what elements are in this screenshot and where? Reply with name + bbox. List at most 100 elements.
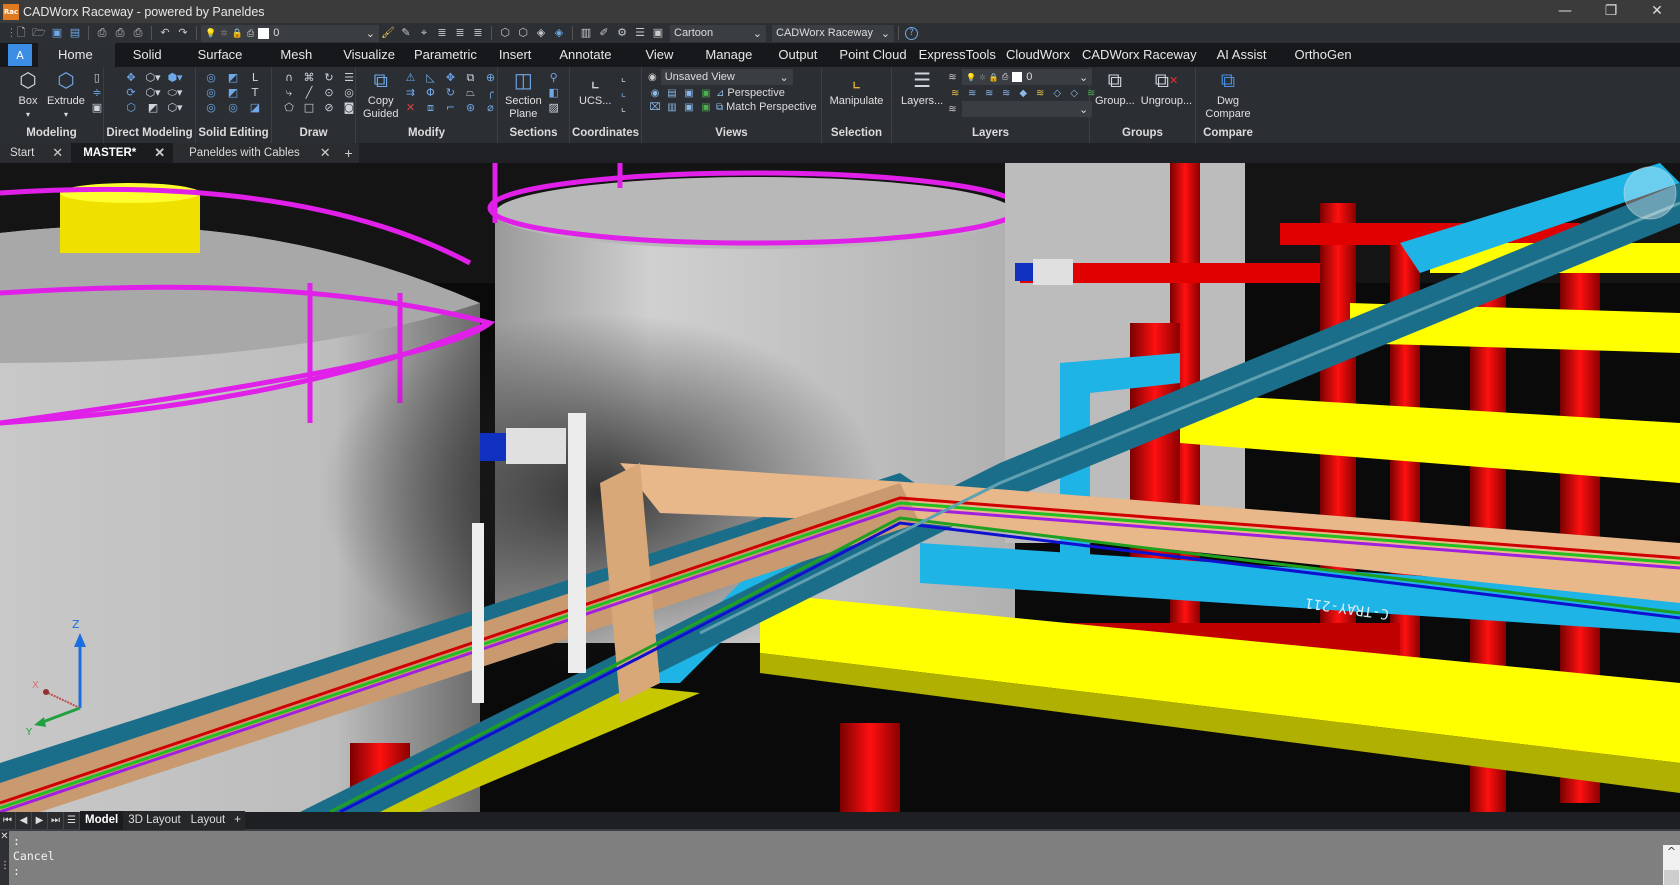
view-iso-icon[interactable]: ◈ bbox=[534, 26, 548, 40]
rectangle-icon[interactable]: □ bbox=[300, 101, 318, 114]
layer-state-dropdown[interactable]: ⌄ bbox=[962, 101, 1093, 117]
layer-lock-icon[interactable]: ◇ bbox=[1050, 88, 1064, 99]
layer-thaw-icon[interactable]: ≋ bbox=[1033, 88, 1047, 99]
batch-plot-icon[interactable]: ⎙ bbox=[131, 26, 145, 40]
next-layout-button[interactable]: ▶ bbox=[32, 812, 48, 829]
snapshot-icon[interactable]: ⌧ bbox=[648, 102, 662, 113]
tab-parametric[interactable]: Parametric bbox=[406, 43, 485, 67]
layers-button[interactable]: ☰ Layers... bbox=[898, 69, 946, 108]
tab-output[interactable]: Output bbox=[764, 43, 831, 67]
move-icon[interactable]: ✥ bbox=[441, 71, 459, 84]
navigation-wheel[interactable] bbox=[1623, 166, 1677, 220]
mirror-3d-icon[interactable]: Φ bbox=[421, 86, 439, 99]
undo-icon[interactable]: ↶ bbox=[158, 26, 172, 40]
workspace-dropdown[interactable]: CADWorx Raceway ⌄ bbox=[772, 24, 894, 42]
save-as-icon[interactable]: ▤ bbox=[68, 26, 82, 40]
ucs-named-icon[interactable]: ⌞ bbox=[614, 71, 632, 84]
layer-dropdown[interactable]: 💡 ✲ 🔒 ⎙ 0 ⌄ bbox=[962, 69, 1093, 85]
union-icon[interactable]: ◎ bbox=[202, 71, 220, 84]
close-button[interactable]: ✕ bbox=[1634, 0, 1680, 23]
tab-manage[interactable]: Manage bbox=[693, 43, 764, 67]
layout-tab-layout[interactable]: Layout bbox=[185, 811, 231, 830]
scroll-up-icon[interactable]: ^ bbox=[1667, 845, 1676, 858]
previous-layout-button[interactable]: ◀ bbox=[16, 812, 32, 829]
viewport-icon[interactable]: ▣ bbox=[699, 88, 713, 99]
doc-tab-master[interactable]: MASTER* ✕ bbox=[71, 143, 174, 163]
tab-annotate[interactable]: Annotate bbox=[545, 43, 625, 67]
layer-dropdown[interactable]: 💡 ✲ 🔒 ⎙ 0 ⌄ bbox=[201, 24, 379, 42]
visual-style-dropdown[interactable]: Cartoon ⌄ bbox=[670, 24, 766, 42]
fillet-edge-icon[interactable]: ◩ bbox=[224, 71, 242, 84]
tab-ai-assist[interactable]: AI Assist bbox=[1203, 43, 1281, 67]
close-command-line-icon[interactable]: ✕ bbox=[0, 831, 9, 842]
edit-icon[interactable]: ✐ bbox=[597, 26, 611, 40]
2d-icon[interactable]: ▣ bbox=[682, 88, 696, 99]
grip-icon[interactable]: ⋮ bbox=[0, 860, 10, 871]
extrude-button[interactable]: ⬡ Extrude ▾ bbox=[44, 69, 88, 121]
help-icon[interactable]: ? bbox=[905, 26, 918, 40]
image-icon[interactable]: ▣ bbox=[651, 26, 665, 40]
plot-preview-icon[interactable]: ⎙ bbox=[95, 26, 109, 40]
tab-orthogen[interactable]: OrthoGen bbox=[1280, 43, 1365, 67]
manipulate-button[interactable]: ⌞ Manipulate bbox=[827, 69, 887, 108]
offset-icon[interactable]: ⊕ bbox=[481, 71, 499, 84]
taper-face-icon[interactable]: ⬡▾ bbox=[144, 86, 162, 99]
polygon-icon[interactable]: ⬠ bbox=[280, 101, 298, 114]
viewport-2-icon[interactable]: ▣ bbox=[699, 102, 713, 113]
t-icon[interactable]: T bbox=[246, 86, 264, 99]
list-icon[interactable]: ☰ bbox=[633, 26, 647, 40]
intersect-icon[interactable]: ◎ bbox=[202, 101, 220, 114]
hatch-icon[interactable]: ⌘ bbox=[300, 71, 318, 84]
tab-solid[interactable]: Solid bbox=[115, 43, 180, 67]
section-plane-button[interactable]: ◫ Section Plane bbox=[502, 69, 545, 121]
restore-button[interactable]: ❐ bbox=[1588, 0, 1634, 23]
copy-face-icon[interactable]: ⬡ bbox=[122, 101, 140, 114]
dwg-compare-button[interactable]: ⧉ Dwg Compare bbox=[1202, 69, 1253, 121]
generate-section-icon[interactable]: ▨ bbox=[545, 101, 563, 114]
minimize-button[interactable]: — bbox=[1542, 0, 1588, 23]
tab-home[interactable]: Home bbox=[38, 43, 115, 67]
add-layout-button[interactable]: + bbox=[230, 811, 245, 830]
trim-icon[interactable]: ⌐ bbox=[441, 101, 459, 114]
layer-isolate-icon[interactable]: ≋ bbox=[982, 88, 996, 99]
polyline-icon[interactable]: ⤷ bbox=[280, 86, 298, 99]
ellipse-icon[interactable]: ⊘ bbox=[320, 101, 338, 114]
open-icon[interactable]: 🗁 bbox=[32, 26, 46, 40]
subtract-icon[interactable]: ◎ bbox=[202, 86, 220, 99]
ucs-button[interactable]: ⌞ UCS... bbox=[576, 69, 614, 108]
layout-tab-model[interactable]: Model bbox=[80, 811, 124, 830]
tab-view[interactable]: View bbox=[625, 43, 693, 67]
layer-on-icon[interactable]: ≋ bbox=[948, 88, 962, 99]
explode-icon[interactable]: ⊛ bbox=[461, 101, 479, 114]
panel-icon[interactable]: ▥ bbox=[579, 26, 593, 40]
match-perspective-button[interactable]: ⧉ Match Perspective bbox=[716, 101, 817, 113]
rotate-3d-icon[interactable]: ↻ bbox=[441, 86, 459, 99]
tab-mesh[interactable]: Mesh bbox=[260, 43, 332, 67]
stretch-icon[interactable]: ⏢ bbox=[461, 86, 479, 99]
tab-point-cloud[interactable]: Point Cloud bbox=[831, 43, 914, 67]
tab-cadworx-raceway[interactable]: CADWorx Raceway bbox=[1076, 43, 1203, 67]
fillet-icon[interactable]: ╭ bbox=[481, 86, 499, 99]
separate-icon[interactable]: ◪ bbox=[246, 101, 264, 114]
box-button[interactable]: ⬡ Box ▾ bbox=[12, 69, 44, 121]
extrude-face-icon[interactable]: ⬭▾ bbox=[166, 86, 184, 99]
select-similar-icon[interactable]: ⌖ bbox=[417, 26, 431, 40]
chamfer-icon[interactable]: ◩ bbox=[224, 86, 242, 99]
interfere-icon[interactable]: ◎ bbox=[224, 101, 242, 114]
match-properties-icon[interactable]: 🖌 bbox=[381, 26, 395, 40]
toolbar-grip-icon[interactable]: ⋮ bbox=[6, 26, 17, 40]
offset-face-icon[interactable]: ⬡▾ bbox=[144, 71, 162, 84]
settings-icon[interactable]: ⚙ bbox=[615, 26, 629, 40]
rotate-icon[interactable]: ↻ bbox=[320, 71, 338, 84]
l-icon[interactable]: L bbox=[246, 71, 264, 84]
layer-freeze-icon[interactable]: ◆ bbox=[1016, 88, 1030, 99]
layer-isolate-icon[interactable]: ≣ bbox=[435, 26, 449, 40]
tab-cloudworx[interactable]: CloudWorx bbox=[1000, 43, 1076, 67]
line-icon[interactable]: ╱ bbox=[300, 86, 318, 99]
fillet-face-icon[interactable]: ⬡▾ bbox=[166, 101, 184, 114]
align-icon[interactable]: ◺ bbox=[421, 71, 439, 84]
copy-icon[interactable]: ⧉ bbox=[461, 71, 479, 84]
layer-off-icon[interactable]: ≋ bbox=[965, 88, 979, 99]
layer-state-icon[interactable]: ≋ bbox=[948, 72, 962, 83]
first-layout-button[interactable]: ⏮ bbox=[0, 812, 16, 829]
